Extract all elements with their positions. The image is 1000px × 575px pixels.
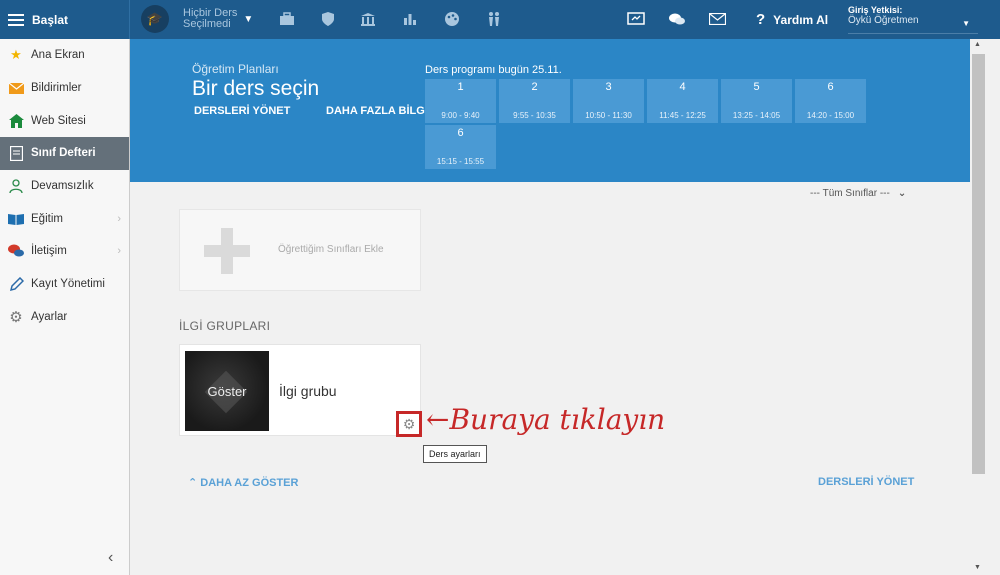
collapse-sidebar-button[interactable]: ‹	[108, 549, 113, 567]
click-here-annotation: ←Buraya tıklayın	[426, 403, 666, 436]
shield-icon[interactable]	[318, 9, 338, 29]
help-label: Yardım Al	[773, 12, 829, 27]
course-settings-button[interactable]: ⚙	[396, 411, 422, 437]
schedule-slot[interactable]: 1 9:00 - 9:40	[425, 79, 496, 123]
manage-courses-link[interactable]: DERSLERİ YÖNET	[194, 105, 290, 117]
hamburger-icon	[8, 13, 24, 26]
schedule-slot[interactable]: 4 11:45 - 12:25	[647, 79, 718, 123]
schedule-slot[interactable]: 2 9:55 - 10:35	[499, 79, 570, 123]
role-value: Öykü Öğretmen	[848, 15, 919, 26]
chevron-up-icon: ⌃	[188, 477, 201, 489]
schedule-slot[interactable]: 6 14:20 - 15:00	[795, 79, 866, 123]
graduation-cap-icon: 🎓	[141, 5, 169, 33]
schedule-slot[interactable]: 3 10:50 - 11:30	[573, 79, 644, 123]
course-plans-banner: Öğretim Planları Bir ders seçin DERSLERİ…	[130, 39, 970, 182]
group-name: İlgi grubu	[279, 383, 337, 399]
plus-icon	[204, 228, 250, 274]
sidebar-item-home[interactable]: ★ Ana Ekran	[0, 39, 129, 72]
scroll-down-icon[interactable]: ▼	[974, 564, 981, 571]
star-icon: ★	[10, 47, 22, 63]
palette-icon[interactable]	[442, 9, 462, 29]
bar-chart-icon[interactable]	[400, 9, 420, 29]
section-title: İLGİ GRUPLARI	[179, 319, 271, 333]
add-classes-label: Öğrettiğim Sınıfları Ekle	[278, 244, 384, 255]
schedule-slot[interactable]: 5 13:25 - 14:05	[721, 79, 792, 123]
help-button[interactable]: ? Yardım Al	[756, 11, 828, 28]
start-label: Başlat	[32, 12, 69, 27]
top-bar: Başlat 🎓 Hiçbir Ders Seçilmedi ▼ ? Yardı…	[0, 0, 1000, 39]
briefcase-icon[interactable]	[277, 9, 297, 29]
sidebar-item-registration[interactable]: Kayıt Yönetimi	[0, 268, 129, 301]
add-classes-card[interactable]: Öğrettiğim Sınıfları Ekle	[179, 209, 421, 291]
gear-icon: ⚙	[9, 308, 23, 326]
manage-courses-link[interactable]: DERSLERİ YÖNET	[818, 476, 914, 488]
scroll-up-icon[interactable]: ▲	[974, 41, 981, 48]
presentation-icon[interactable]	[627, 10, 645, 28]
banner-subtitle: Öğretim Planları	[192, 62, 279, 76]
chevron-right-icon: ›	[117, 212, 121, 225]
question-icon: ?	[756, 11, 766, 28]
tooltip: Ders ayarları	[423, 445, 487, 463]
sidebar-item-communication[interactable]: İletişim ›	[0, 235, 129, 268]
group-thumbnail[interactable]: Göster	[185, 351, 269, 431]
vertical-scrollbar[interactable]: ▲ ▼	[970, 39, 1000, 575]
sidebar-item-education[interactable]: Eğitim ›	[0, 202, 129, 235]
scrollbar-thumb[interactable]	[972, 54, 985, 474]
chat-bubbles-icon[interactable]	[668, 10, 686, 28]
start-menu-button[interactable]: Başlat	[0, 0, 130, 39]
show-less-link[interactable]: ⌃ DAHA AZ GÖSTER	[188, 476, 298, 489]
chevron-down-icon: ⌄	[897, 188, 907, 199]
main-content: Öğretim Planları Bir ders seçin DERSLERİ…	[130, 39, 970, 575]
show-label: Göster	[207, 384, 247, 399]
sidebar-item-class-book[interactable]: Sınıf Defteri	[0, 137, 129, 170]
person-icon	[8, 178, 24, 194]
chevron-right-icon: ›	[117, 245, 121, 258]
role-title: Giriş Yetkisi:	[848, 5, 903, 15]
notebook-icon	[8, 145, 24, 161]
class-filter-select[interactable]: --- Tüm Sınıflar --- ⌄	[810, 188, 906, 199]
mail-icon	[8, 80, 24, 96]
chat-icon	[8, 243, 24, 259]
pencil-icon	[8, 276, 24, 292]
institution-icon[interactable]	[358, 9, 378, 29]
book-icon	[8, 211, 24, 227]
dropdown-caret-icon: ▼	[243, 13, 254, 25]
schedule-title: Ders programı bugün 25.11.	[425, 64, 562, 76]
people-icon[interactable]	[484, 9, 504, 29]
sidebar-item-attendance[interactable]: Devamsızlık	[0, 170, 129, 203]
sidebar-item-settings[interactable]: ⚙ Ayarlar	[0, 301, 129, 334]
schedule-slot[interactable]: 6 15:15 - 15:55	[425, 125, 496, 169]
more-info-link[interactable]: DAHA FAZLA BİLGİ	[326, 105, 428, 117]
interest-group-card[interactable]: Göster İlgi grubu	[179, 344, 421, 436]
role-selector[interactable]: Giriş Yetkisi: Öykü Öğretmen ▼	[848, 5, 978, 34]
sidebar-item-notifications[interactable]: Bildirimler	[0, 72, 129, 105]
gear-icon: ⚙	[402, 415, 416, 432]
chevron-down-icon: ▼	[962, 19, 970, 28]
envelope-icon[interactable]	[708, 10, 726, 28]
course-line-2: Seçilmedi	[183, 18, 231, 30]
page-title: Bir ders seçin	[192, 77, 320, 100]
home-icon	[8, 113, 24, 129]
sidebar: ★ Ana Ekran Bildirimler Web Sitesi Sınıf…	[0, 39, 130, 575]
sidebar-item-website[interactable]: Web Sitesi	[0, 104, 129, 137]
course-selector[interactable]: 🎓 Hiçbir Ders Seçilmedi ▼	[141, 5, 253, 33]
